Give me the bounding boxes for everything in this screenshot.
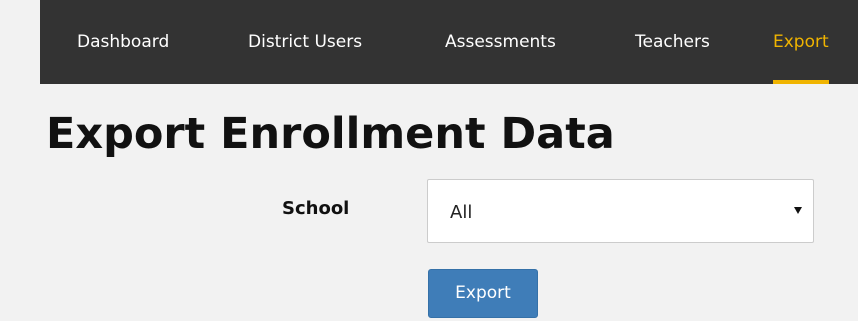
active-tab-indicator (773, 80, 829, 84)
navbar-bar: Dashboard District Users Assessments Tea… (40, 0, 858, 84)
school-select[interactable]: All (427, 179, 814, 243)
nav-item-dashboard[interactable]: Dashboard (77, 0, 169, 84)
nav-item-assessments[interactable]: Assessments (445, 0, 556, 84)
page-title: Export Enrollment Data (46, 109, 615, 159)
nav-item-teachers[interactable]: Teachers (635, 0, 710, 84)
nav-item-export[interactable]: Export (773, 0, 829, 84)
nav-item-export-label: Export (773, 32, 829, 52)
dropdown-arrow-icon (794, 207, 802, 214)
export-button[interactable]: Export (428, 269, 538, 318)
top-navbar: Dashboard District Users Assessments Tea… (0, 0, 858, 84)
school-select-value: All (450, 202, 473, 223)
school-label: School (282, 198, 350, 219)
nav-item-district-users[interactable]: District Users (248, 0, 362, 84)
